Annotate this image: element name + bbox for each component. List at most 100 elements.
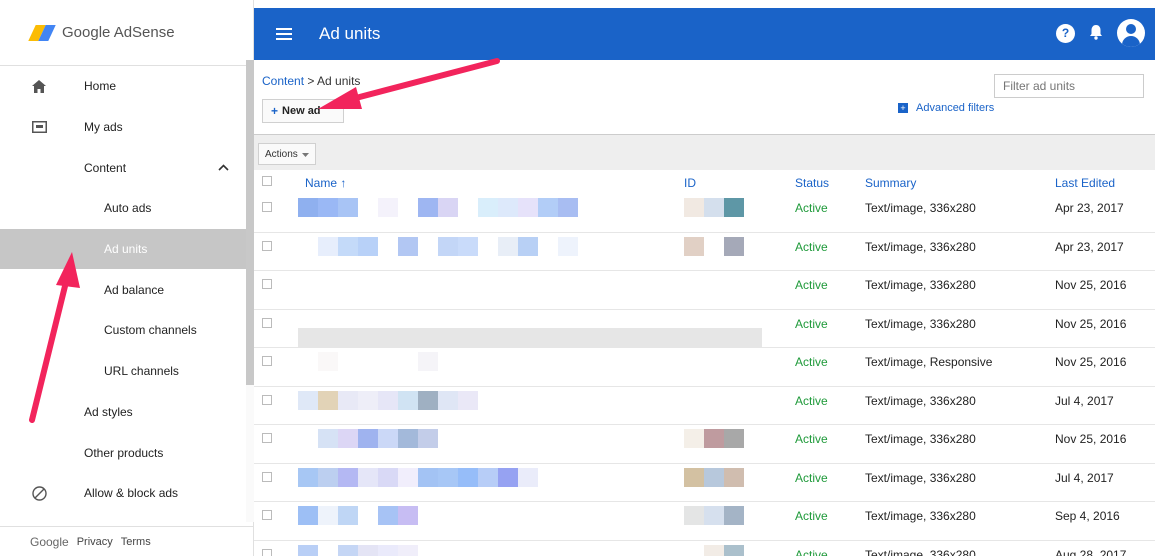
row-checkbox[interactable] bbox=[262, 202, 272, 212]
sidebar-item-allow-block-ads[interactable]: Allow & block ads bbox=[0, 473, 246, 514]
sidebar-item-label: Custom channels bbox=[104, 323, 197, 338]
actions-label: Actions bbox=[265, 148, 298, 160]
actions-dropdown[interactable]: Actions bbox=[258, 143, 316, 165]
redacted-id bbox=[684, 429, 744, 448]
expand-plus-icon: + bbox=[898, 103, 908, 113]
row-last-edited: Sep 4, 2016 bbox=[1055, 509, 1120, 523]
row-last-edited: Aug 28, 2017 bbox=[1055, 547, 1127, 556]
redacted-name[interactable] bbox=[298, 198, 578, 217]
app-bar-actions: ? bbox=[1056, 19, 1145, 47]
column-header-last-edited[interactable]: Last Edited bbox=[1055, 176, 1115, 190]
sidebar-item-ad-balance[interactable]: Ad balance bbox=[0, 269, 246, 310]
row-checkbox[interactable] bbox=[262, 510, 272, 520]
table-row[interactable]: Active Text/image, 336x280 Jul 4, 2017 bbox=[254, 387, 1155, 425]
redacted-id bbox=[684, 198, 744, 217]
redacted-name[interactable] bbox=[298, 352, 438, 371]
menu-icon[interactable] bbox=[276, 28, 292, 40]
privacy-link[interactable]: Privacy bbox=[77, 536, 113, 548]
table-row[interactable]: Active Text/image, 336x280 Nov 25, 2016 bbox=[254, 425, 1155, 464]
breadcrumb-current: Ad units bbox=[317, 74, 361, 88]
redacted-name[interactable] bbox=[298, 390, 478, 410]
sidebar-item-custom-channels[interactable]: Custom channels bbox=[0, 310, 246, 351]
table-header: Name ↑ ID Status Summary Last Edited bbox=[254, 170, 1155, 194]
new-ad-unit-button[interactable]: + New ad bbox=[262, 99, 344, 123]
sidebar-item-ad-styles[interactable]: Ad styles bbox=[0, 392, 246, 433]
column-header-name[interactable]: Name ↑ bbox=[305, 176, 346, 190]
row-summary: Text/image, 336x280 bbox=[865, 239, 976, 254]
plus-icon: + bbox=[271, 104, 279, 118]
redacted-name[interactable] bbox=[298, 467, 538, 487]
sidebar: Google AdSense Home My ads Content Auto … bbox=[0, 0, 254, 556]
row-last-edited: Nov 25, 2016 bbox=[1055, 316, 1127, 331]
sidebar-scrollbar-thumb[interactable] bbox=[246, 60, 254, 385]
select-all-checkbox[interactable] bbox=[262, 176, 272, 186]
column-header-summary[interactable]: Summary bbox=[865, 176, 916, 190]
redacted-strip bbox=[298, 327, 762, 348]
logo[interactable]: Google AdSense bbox=[0, 0, 253, 66]
sidebar-item-label: My ads bbox=[84, 120, 123, 135]
row-summary: Text/image, 336x280 bbox=[865, 432, 976, 446]
terms-link[interactable]: Terms bbox=[121, 536, 151, 548]
sidebar-item-auto-ads[interactable]: Auto ads bbox=[0, 188, 246, 229]
breadcrumb-separator: > bbox=[304, 74, 318, 88]
chevron-up-icon[interactable] bbox=[218, 162, 229, 174]
notifications-bell-icon[interactable] bbox=[1089, 24, 1103, 43]
table-row[interactable]: Active Text/image, 336x280 Apr 23, 2017 bbox=[254, 194, 1155, 233]
row-status: Active bbox=[795, 239, 828, 254]
redacted-name[interactable] bbox=[298, 506, 418, 525]
column-header-id[interactable]: ID bbox=[684, 176, 696, 190]
avatar-icon[interactable] bbox=[1117, 19, 1145, 47]
sidebar-item-other-products[interactable]: Other products bbox=[0, 432, 246, 473]
row-last-edited: Nov 25, 2016 bbox=[1055, 432, 1127, 446]
redacted-id bbox=[684, 236, 744, 256]
redacted-name[interactable] bbox=[298, 429, 438, 448]
redacted-name[interactable] bbox=[298, 236, 578, 256]
breadcrumb-link-content[interactable]: Content bbox=[262, 74, 304, 88]
sidebar-item-home[interactable]: Home bbox=[0, 66, 246, 107]
sidebar-item-my-ads[interactable]: My ads bbox=[0, 107, 246, 148]
row-status: Active bbox=[795, 355, 828, 369]
adsense-logo-icon bbox=[28, 24, 56, 41]
row-summary: Text/image, Responsive bbox=[865, 355, 993, 369]
row-last-edited: Jul 4, 2017 bbox=[1055, 393, 1114, 408]
row-checkbox[interactable] bbox=[262, 433, 272, 443]
row-checkbox[interactable] bbox=[262, 317, 272, 328]
column-header-status[interactable]: Status bbox=[795, 176, 829, 190]
row-checkbox[interactable] bbox=[262, 394, 272, 405]
google-logo: Google bbox=[30, 534, 69, 549]
block-icon bbox=[30, 484, 48, 502]
row-status: Active bbox=[795, 547, 828, 556]
table-row[interactable]: Active Text/image, 336x280 Nov 25, 2016 bbox=[254, 310, 1155, 348]
row-checkbox[interactable] bbox=[262, 471, 272, 482]
dropdown-caret-icon bbox=[301, 149, 309, 160]
redacted-id bbox=[684, 467, 744, 487]
advanced-filters-link[interactable]: + Advanced filters bbox=[898, 102, 994, 114]
table-row[interactable]: Active Text/image, 336x280 Nov 25, 2016 bbox=[254, 271, 1155, 310]
filter-ad-units-input[interactable] bbox=[994, 74, 1144, 98]
sidebar-item-ad-units[interactable]: Ad units bbox=[0, 228, 246, 270]
help-icon[interactable]: ? bbox=[1056, 23, 1075, 43]
row-checkbox[interactable] bbox=[262, 356, 272, 366]
row-checkbox[interactable] bbox=[262, 240, 272, 251]
table-row[interactable]: Active Text/image, 336x280 Aug 28, 2017 bbox=[254, 541, 1155, 556]
row-status: Active bbox=[795, 278, 828, 292]
sidebar-item-url-channels[interactable]: URL channels bbox=[0, 351, 246, 392]
table-row[interactable]: Active Text/image, Responsive Nov 25, 2016 bbox=[254, 348, 1155, 387]
row-checkbox[interactable] bbox=[262, 548, 272, 556]
actions-toolbar: Actions bbox=[254, 134, 1155, 170]
sidebar-item-content[interactable]: Content bbox=[0, 147, 246, 188]
sidebar-item-label: Content bbox=[84, 160, 127, 175]
row-last-edited: Jul 4, 2017 bbox=[1055, 470, 1114, 485]
row-summary: Text/image, 336x280 bbox=[865, 393, 976, 408]
table-row[interactable]: Active Text/image, 336x280 Apr 23, 2017 bbox=[254, 233, 1155, 271]
table-body: Active Text/image, 336x280 Apr 23, 2017 Act… bbox=[254, 194, 1155, 556]
table-row[interactable]: Active Text/image, 336x280 Sep 4, 2016 bbox=[254, 502, 1155, 541]
redacted-name[interactable] bbox=[298, 544, 418, 556]
row-checkbox[interactable] bbox=[262, 279, 272, 289]
row-summary: Text/image, 336x280 bbox=[865, 278, 976, 292]
row-summary: Text/image, 336x280 bbox=[865, 509, 976, 523]
row-summary: Text/image, 336x280 bbox=[865, 547, 976, 556]
sidebar-item-label: Auto ads bbox=[104, 201, 152, 216]
table-row[interactable]: Active Text/image, 336x280 Jul 4, 2017 bbox=[254, 464, 1155, 502]
row-last-edited: Nov 25, 2016 bbox=[1055, 355, 1127, 369]
